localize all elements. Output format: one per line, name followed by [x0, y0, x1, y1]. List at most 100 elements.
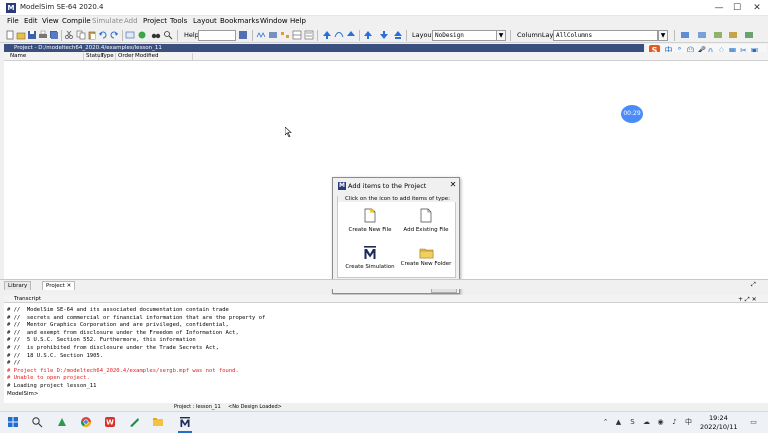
- cloud-icon[interactable]: ☁: [642, 418, 651, 427]
- column-modified[interactable]: Modified: [133, 53, 193, 61]
- column-status[interactable]: Status: [84, 53, 104, 61]
- create-new-folder-option[interactable]: Create New Folder: [400, 244, 452, 276]
- search-icon[interactable]: [31, 416, 43, 428]
- command-prompt[interactable]: ModelSim>: [7, 391, 768, 399]
- dialog-close-icon[interactable]: ✕: [448, 180, 458, 190]
- menu-compile[interactable]: Compile: [62, 17, 91, 25]
- panel-expand-icon[interactable]: ⤢: [751, 281, 756, 289]
- menu-bookmarks[interactable]: Bookmarks: [220, 17, 259, 25]
- simulate-icon[interactable]: [137, 30, 147, 40]
- menu-layout[interactable]: Layout: [193, 17, 217, 25]
- menu-file[interactable]: File: [7, 17, 19, 25]
- column-order[interactable]: Order: [116, 53, 134, 61]
- step-over-icon[interactable]: [334, 30, 344, 40]
- find-icon[interactable]: [163, 30, 173, 40]
- list-icon[interactable]: [304, 30, 314, 40]
- create-simulation-label: Create Simulation: [345, 264, 395, 270]
- tray-app-icon[interactable]: ▲: [614, 418, 623, 427]
- chrome-icon[interactable]: [80, 416, 92, 428]
- column-name[interactable]: Name: [8, 53, 84, 61]
- toolbar-separator: [674, 30, 675, 41]
- network-icon[interactable]: ◉: [656, 418, 665, 427]
- memory-icon[interactable]: [268, 30, 278, 40]
- project-window-title: Project - D:/modeltech64_2020.4/examples…: [4, 44, 644, 52]
- menu-project[interactable]: Project: [143, 17, 167, 25]
- clock-date[interactable]: 2022/10/11: [700, 423, 737, 431]
- toolbar: Help Layout NoDesign ▼ ColumnLayout AllC…: [0, 28, 768, 43]
- dialog-title: Add items to the Project: [348, 182, 427, 190]
- close-window-button[interactable]: ✕: [748, 2, 766, 14]
- tab-close-icon[interactable]: ✕: [67, 283, 72, 289]
- modelsim-taskbar-button[interactable]: [175, 412, 295, 433]
- menu-edit[interactable]: Edit: [24, 17, 38, 25]
- clock-time[interactable]: 19:24: [709, 414, 728, 422]
- undo-icon[interactable]: [98, 30, 108, 40]
- menu-view[interactable]: View: [42, 17, 59, 25]
- column-layout-dropdown-arrow-icon[interactable]: ▼: [658, 30, 668, 41]
- tab-project[interactable]: Project ✕: [42, 281, 76, 290]
- menu-window[interactable]: Window: [260, 17, 288, 25]
- ifly-app-icon[interactable]: [56, 416, 68, 428]
- tray-expand-icon[interactable]: ⌃: [601, 418, 610, 427]
- add-list-icon[interactable]: [697, 30, 707, 40]
- menu-add[interactable]: Add: [124, 17, 138, 25]
- move-down-icon[interactable]: [379, 30, 389, 40]
- move-up-icon[interactable]: [363, 30, 373, 40]
- new-file-icon[interactable]: [5, 30, 15, 40]
- menu-bar: File Edit View Compile Simulate Add Proj…: [0, 16, 768, 28]
- add-existing-file-option[interactable]: Add Existing File: [400, 207, 452, 239]
- save-icon[interactable]: [27, 30, 37, 40]
- recording-timer[interactable]: 00:29: [621, 105, 643, 123]
- notification-icon[interactable]: ▭: [749, 418, 758, 427]
- step-up-icon[interactable]: [322, 30, 332, 40]
- drawing-app-icon[interactable]: [128, 416, 140, 428]
- modelsim-taskbar-icon: [180, 417, 190, 427]
- column-layout-select[interactable]: AllColumns: [553, 30, 658, 41]
- wps-icon[interactable]: W: [104, 416, 116, 428]
- compile-icon[interactable]: [125, 30, 135, 40]
- column-type[interactable]: Type: [99, 53, 116, 61]
- add-schematic-icon[interactable]: [744, 30, 754, 40]
- maximize-button[interactable]: ☐: [728, 2, 746, 14]
- minimize-button[interactable]: —: [710, 2, 728, 14]
- volume-icon[interactable]: ♪: [670, 418, 679, 427]
- windows-start-icon[interactable]: [7, 416, 19, 428]
- copy-icon[interactable]: [76, 30, 86, 40]
- schematic-icon[interactable]: [292, 30, 302, 40]
- add-dataflow-icon[interactable]: [728, 30, 738, 40]
- transcript-title: Transcript: [4, 295, 768, 303]
- step-into-icon[interactable]: [346, 30, 356, 40]
- modelsim-app-icon: M: [6, 3, 16, 13]
- wave-step-icon[interactable]: [256, 30, 266, 40]
- save-all-icon[interactable]: [49, 30, 59, 40]
- dialog-instruction: Click on the icon to add items of type:: [338, 196, 457, 202]
- language-icon[interactable]: 中: [684, 418, 693, 427]
- add-log-icon[interactable]: [713, 30, 723, 40]
- help-search-input[interactable]: [198, 30, 236, 41]
- help-search-icon[interactable]: [238, 30, 248, 40]
- create-new-folder-label: Create New Folder: [400, 261, 452, 267]
- transcript-console[interactable]: # // ModelSim SE-64 and its associated d…: [4, 303, 768, 403]
- binoculars-icon[interactable]: [151, 30, 161, 40]
- cut-icon[interactable]: [64, 30, 74, 40]
- create-simulation-option[interactable]: Create Simulation: [344, 244, 396, 276]
- create-new-file-option[interactable]: Create New File: [344, 207, 396, 239]
- file-explorer-icon[interactable]: [152, 416, 164, 428]
- add-wave-icon[interactable]: [680, 30, 690, 40]
- menu-tools[interactable]: Tools: [170, 17, 187, 25]
- redo-icon[interactable]: [109, 30, 119, 40]
- menu-help[interactable]: Help: [290, 17, 306, 25]
- restore-icon[interactable]: [393, 30, 403, 40]
- menu-simulate[interactable]: Simulate: [92, 17, 123, 25]
- tab-library[interactable]: Library: [4, 281, 32, 290]
- open-folder-icon[interactable]: [16, 30, 26, 40]
- transcript-line: # // Mentor Graphics Corporation and are…: [7, 322, 229, 329]
- help-label: Help: [184, 31, 199, 39]
- tray-ime-icon[interactable]: S: [628, 418, 637, 427]
- dataflow-icon[interactable]: [280, 30, 290, 40]
- toolbar-separator: [406, 30, 407, 41]
- print-icon[interactable]: [38, 30, 48, 40]
- layout-select[interactable]: NoDesign: [432, 30, 497, 41]
- layout-dropdown-arrow-icon[interactable]: ▼: [496, 30, 506, 41]
- paste-icon[interactable]: [87, 30, 97, 40]
